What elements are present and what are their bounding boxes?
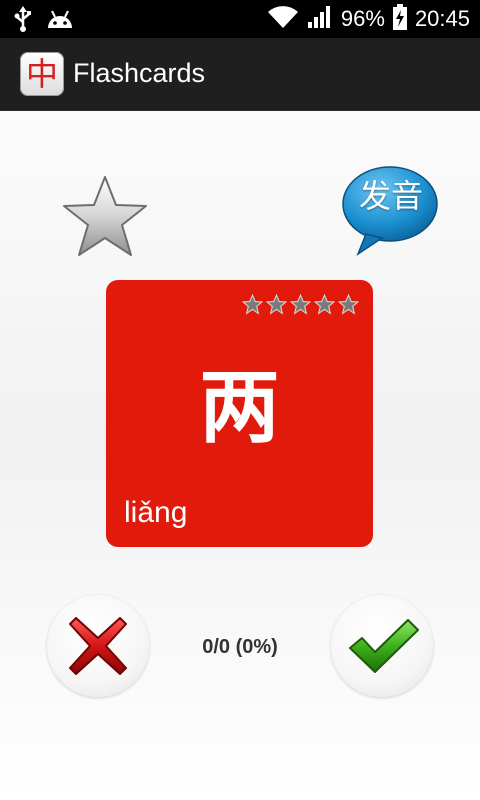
wrong-answer-button[interactable] — [47, 595, 149, 697]
correct-answer-button[interactable] — [331, 595, 433, 697]
usb-icon — [14, 6, 32, 36]
battery-charging-icon — [392, 4, 407, 34]
rating-star-icon — [242, 294, 263, 315]
rating-star-icon — [290, 294, 311, 315]
rating-star-icon — [314, 294, 335, 315]
checkmark-icon — [349, 619, 419, 673]
pronounce-button[interactable]: 发音 — [340, 164, 440, 256]
action-bar: 中 Flashcards — [0, 38, 480, 111]
wifi-icon — [267, 5, 299, 33]
flashcard[interactable]: 两 liǎng — [106, 280, 373, 547]
card-character: 两 — [199, 361, 280, 454]
app-icon-glyph: 中 — [25, 55, 58, 93]
rating-star-icon — [266, 294, 287, 315]
rating-star-icon — [338, 294, 359, 315]
app-icon[interactable]: 中 — [20, 52, 64, 96]
signal-icon — [307, 5, 333, 33]
status-bar: 96% 20:45 — [0, 0, 480, 38]
favorite-star-button[interactable] — [60, 174, 150, 260]
battery-percent: 96% — [340, 6, 385, 31]
cross-icon — [69, 617, 127, 675]
score-text: 0/0 (0%) — [202, 636, 278, 658]
app-title: Flashcards — [73, 58, 206, 88]
difficulty-rating — [242, 294, 359, 315]
clock: 20:45 — [414, 6, 470, 31]
android-icon — [46, 8, 74, 34]
pronounce-label: 发音 — [358, 177, 423, 215]
star-icon — [63, 176, 147, 256]
card-pinyin: liǎng — [124, 496, 188, 529]
